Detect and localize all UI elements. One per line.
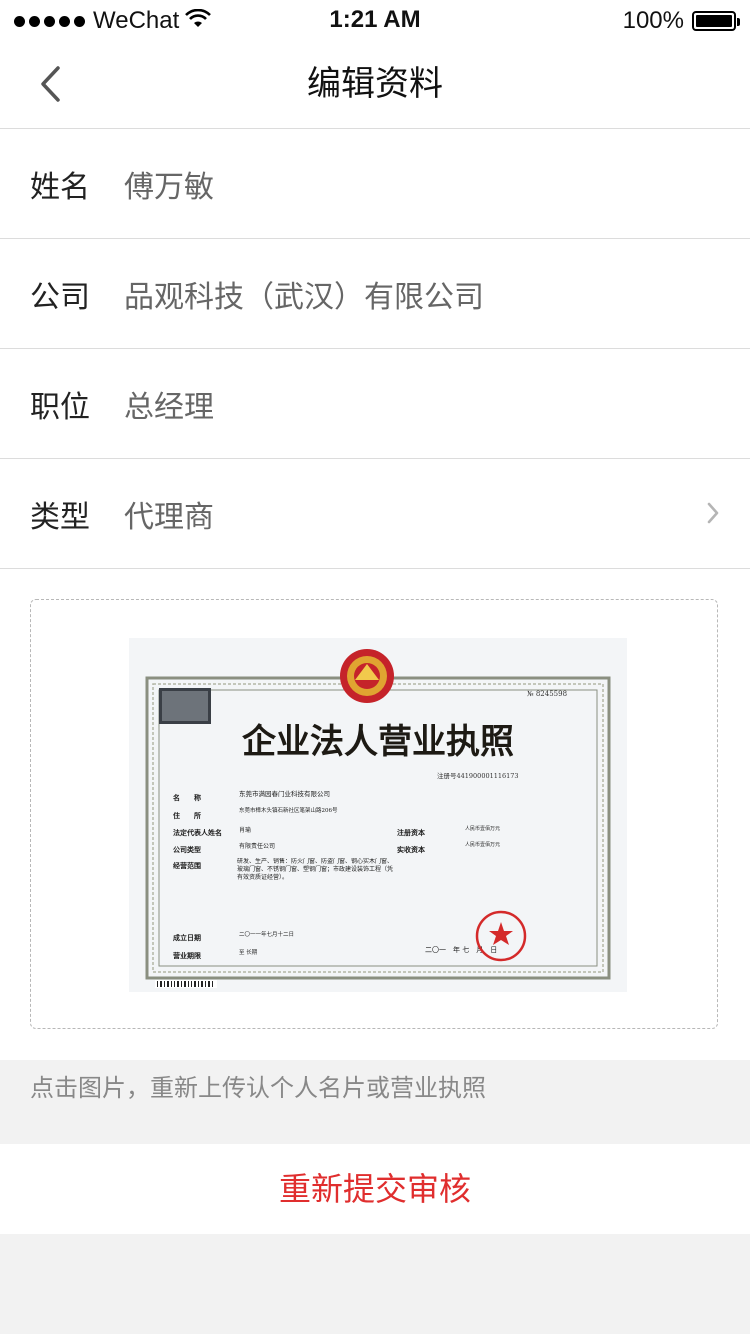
license-field-label: 营业期限 [173,951,202,960]
license-field-label: 住 所 [173,811,201,820]
field-label: 职位 [30,389,90,425]
barcode-icon [155,980,217,988]
status-right: 100% [622,6,740,36]
license-field-value: 人民币壹佰万元 [465,825,500,832]
form-row-type[interactable]: 类型 代理商 [0,459,750,569]
position-field[interactable]: 总经理 [124,382,214,426]
upload-image-box[interactable]: № 8245598 企业法人营业执照 注册号441900001116173 名 … [30,599,718,1029]
battery-percent: 100% [622,7,684,34]
type-selector[interactable]: 代理商 [124,492,214,536]
field-label: 类型 [30,499,90,535]
license-serial: № 8245598 [527,690,567,698]
national-emblem-icon [340,649,394,703]
license-field-value: 研发、生产、销售：防火门窗、防盗门窗、钢心实木门窗、玻璃门窗、不锈钢门窗、塑钢门… [237,858,394,881]
status-bar: WeChat 1:21 AM 100% [0,0,750,40]
chevron-right-icon [707,502,719,524]
barcode-icon [159,688,211,724]
license-field-label: 实收资本 [397,845,425,854]
profile-form: 姓名 傅万敏 公司 品观科技（武汉）有限公司 职位 总经理 类型 代理商 [0,129,750,569]
navigation-bar: 编辑资料 [0,40,750,129]
form-row-company[interactable]: 公司 品观科技（武汉）有限公司 [0,239,750,349]
license-field-value: 人民币壹佰万元 [465,841,500,848]
form-row-position[interactable]: 职位 总经理 [0,349,750,459]
license-field-value: 东莞市满园春门业科技有限公司 [239,789,330,798]
license-title: 企业法人营业执照 [242,722,514,762]
battery-icon [692,11,740,31]
license-field-label: 成立日期 [173,933,201,942]
license-reg-no: 注册号441900001116173 [437,771,519,780]
license-field-label: 名 称 [173,793,201,802]
license-field-label: 法定代表人姓名 [173,828,222,837]
field-label: 公司 [30,279,90,315]
license-field-label: 经营范围 [173,861,201,870]
license-field-value: 二〇一一年七月十二日 [239,930,294,938]
license-issue-date: 二〇一 年 七 月 日 [425,945,497,954]
license-field-value: 肖瑜 [239,826,251,834]
license-field-value: 至 长期 [239,948,258,956]
business-license-image[interactable]: № 8245598 企业法人营业执照 注册号441900001116173 名 … [129,638,627,992]
license-field-label: 注册资本 [397,828,425,837]
upload-hint: 点击图片，重新上传认个人名片或营业执照 [30,1074,486,1102]
license-field-value: 东莞市樟木头镇石新社区笔架山路206号 [239,806,338,814]
name-field[interactable]: 傅万敏 [124,162,214,206]
company-field[interactable]: 品观科技（武汉）有限公司 [124,272,484,316]
resubmit-review-button[interactable]: 重新提交审核 [0,1144,750,1234]
license-field-label: 公司类型 [173,845,201,854]
upload-section: № 8245598 企业法人营业执照 注册号441900001116173 名 … [0,569,750,1060]
page-title: 编辑资料 [307,64,443,104]
form-row-name[interactable]: 姓名 傅万敏 [0,129,750,239]
field-label: 姓名 [30,169,90,205]
hint-section: 点击图片，重新上传认个人名片或营业执照 [0,1060,750,1144]
license-field-value: 有限责任公司 [239,842,275,850]
